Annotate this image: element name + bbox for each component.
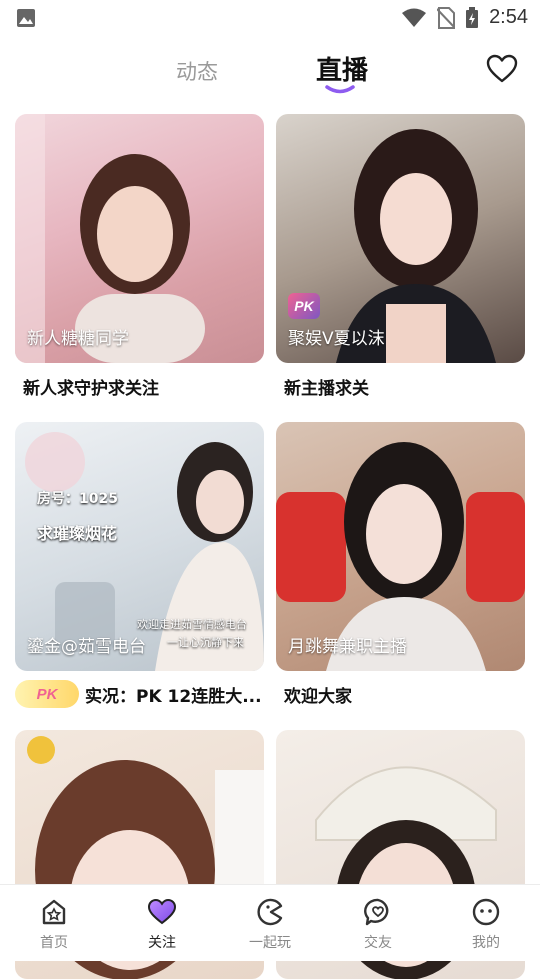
no-sim-icon [437,6,456,29]
clock: 2:54 [489,6,528,28]
heart-icon[interactable] [486,54,518,84]
streamer-name: 月跳舞兼职主播 [288,637,407,657]
streamer-name: 聚娱V夏以沫 [288,329,385,349]
nav-play-together[interactable]: 一起玩 [216,885,324,961]
nav-label: 一起玩 [249,935,291,951]
nav-label: 首页 [40,935,68,951]
smile-icon [472,898,500,926]
stream-thumbnail[interactable]: 月跳舞兼职主播 [276,422,525,671]
home-icon [42,899,66,925]
pk-tag: PK [15,680,79,708]
chat-heart-icon [364,898,389,926]
battery-charging-icon [466,6,479,28]
heart-filled-icon [147,898,177,925]
stream-title: 新主播求关 [284,379,369,399]
tab-live[interactable]: 直播 [316,50,368,87]
stream-title-row: PK 实况：PK 12连胜大... [15,680,262,708]
stream-thumbnail[interactable]: PK 聚娱V夏以沫 [276,114,525,363]
pk-badge: PK [288,293,320,319]
stream-title: 新人求守护求关注 [23,379,159,399]
nav-mine[interactable]: 我的 [432,885,540,961]
live-card[interactable]: PK 聚娱V夏以沫 新主播求关 [276,114,525,399]
nav-label: 我的 [472,935,500,951]
pacman-icon [257,898,283,926]
stream-title: 欢迎大家 [284,687,352,707]
wifi-icon [402,8,427,27]
nav-label: 交友 [364,935,392,951]
live-card[interactable]: 新人糖糖同学 新人求守护求关注 [15,114,264,399]
nav-make-friends[interactable]: 交友 [324,885,432,961]
gallery-icon [17,9,35,27]
nav-home[interactable]: 首页 [0,885,108,961]
active-tab-indicator [325,85,355,94]
stream-title: 实况：PK 12连胜大... [85,686,262,707]
live-card[interactable]: 月跳舞兼职主播 欢迎大家 [276,422,525,707]
live-card[interactable]: 房号：1025 求璀璨烟花 欢迎走进茹雪情感电台 一让心沉静下来 鎏金@茹雪电台… [15,422,264,708]
nav-follow[interactable]: 关注 [108,885,216,961]
top-tabs: 动态 直播 [0,44,540,100]
welcome-subtext: 一让心沉静下来 [167,636,244,649]
room-number: 房号：1025 [37,491,118,507]
bottom-nav: 首页 关注 一起玩 交友 我的 [0,884,540,961]
tab-dynamic[interactable]: 动态 [176,56,218,86]
stream-thumbnail[interactable]: 房号：1025 求璀璨烟花 欢迎走进茹雪情感电台 一让心沉静下来 鎏金@茹雪电台 [15,422,264,671]
streamer-name: 鎏金@茹雪电台 [27,637,146,657]
welcome-text: 欢迎走进茹雪情感电台 [137,618,247,631]
stream-slogan: 求璀璨烟花 [37,524,118,543]
nav-label: 关注 [148,935,176,951]
streamer-name: 新人糖糖同学 [27,329,129,349]
status-bar: 2:54 [0,0,540,36]
stream-thumbnail[interactable]: 新人糖糖同学 [15,114,264,363]
